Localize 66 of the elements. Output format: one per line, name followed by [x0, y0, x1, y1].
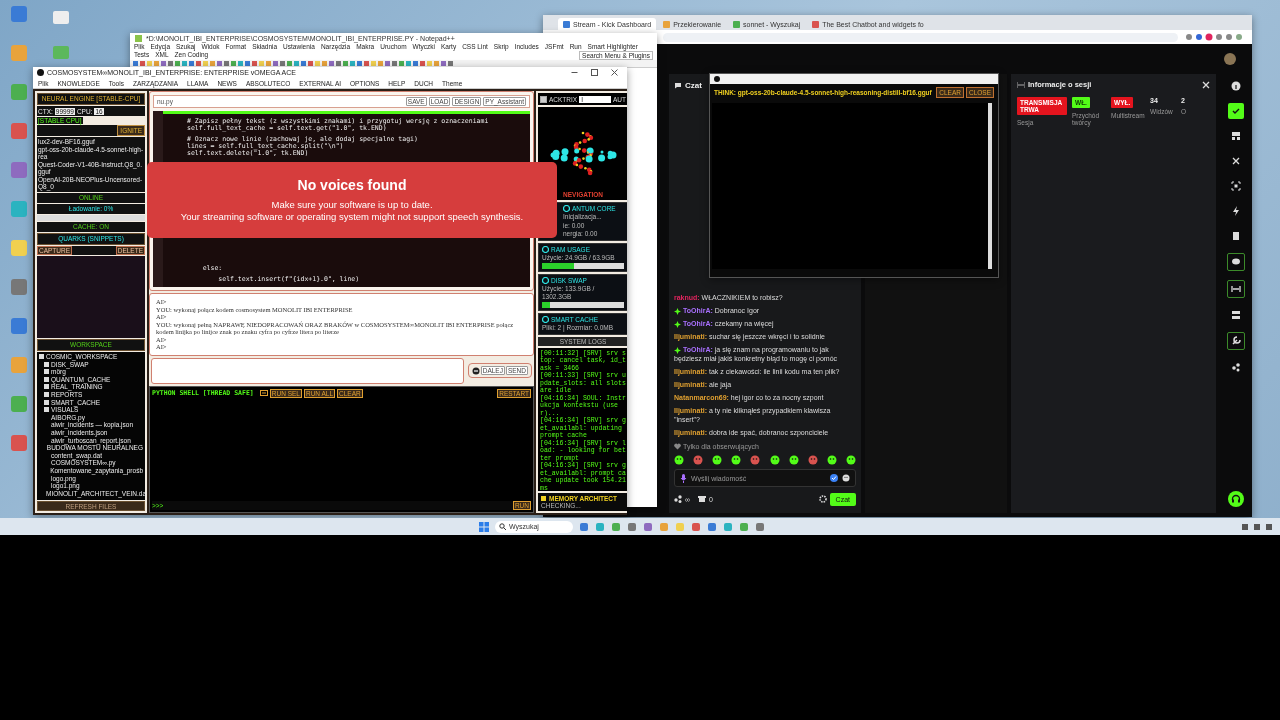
close-icon[interactable] [611, 69, 618, 76]
maximize-icon[interactable] [591, 69, 598, 76]
emote-icon[interactable] [712, 455, 723, 465]
gauge-icon [563, 205, 570, 212]
app-icon [714, 76, 720, 82]
sparkle-icon [674, 346, 681, 354]
chat-icon [674, 81, 682, 89]
site-icon [563, 20, 570, 28]
site-icon [663, 20, 671, 28]
wrench-icon[interactable] [1227, 332, 1245, 350]
prompt-field[interactable] [151, 357, 464, 384]
settings-icon[interactable] [818, 495, 827, 503]
search-icon [499, 523, 506, 530]
nodes-icon[interactable] [674, 495, 682, 503]
gauge-icon [542, 277, 549, 284]
emote-icon[interactable] [674, 455, 684, 465]
tray-icons-drawing[interactable] [1242, 522, 1272, 531]
notepad-icon [134, 33, 143, 43]
app-icon[interactable] [9, 277, 29, 297]
app-icon[interactable] [9, 4, 29, 24]
app-icon[interactable] [755, 521, 765, 532]
app-icon[interactable] [9, 160, 29, 180]
emote-icon[interactable] [769, 455, 780, 465]
app-icon[interactable] [9, 238, 29, 258]
app-icon[interactable] [691, 521, 701, 532]
minus-icon[interactable] [259, 390, 268, 396]
emote-icon[interactable] [731, 455, 742, 465]
extension-icons-drawing[interactable] [1184, 32, 1244, 42]
app-icon[interactable] [9, 316, 29, 336]
app-icon [37, 69, 44, 76]
store-icon[interactable] [698, 495, 706, 503]
headset-icon[interactable] [1228, 491, 1244, 507]
avatar-icon[interactable] [1224, 53, 1236, 65]
collapse-icon[interactable] [1017, 81, 1025, 88]
alert-message: Make sure your software is up to date. [271, 199, 433, 211]
heart-icon [674, 442, 681, 450]
emoji-icon[interactable] [842, 474, 850, 482]
app-icon[interactable] [643, 521, 653, 532]
check-icon[interactable] [1228, 103, 1244, 119]
emote-icon[interactable] [826, 455, 837, 465]
app-icon[interactable] [627, 521, 637, 532]
site-icon [812, 20, 820, 28]
chat-icon[interactable] [1227, 253, 1245, 271]
app-icon[interactable] [9, 433, 29, 453]
app-icon[interactable] [659, 521, 669, 532]
gauge-icon [542, 316, 549, 323]
app-icon[interactable] [611, 521, 621, 532]
checkbox[interactable] [540, 95, 547, 103]
app-icon[interactable] [9, 121, 29, 141]
focus-icon[interactable] [1228, 178, 1244, 194]
minimize-icon[interactable] [571, 69, 578, 76]
alert-title: No voices found [297, 177, 407, 193]
app-icon[interactable] [595, 521, 605, 532]
app-icon[interactable] [579, 521, 589, 532]
site-icon [733, 20, 741, 28]
link-icon[interactable] [1227, 280, 1245, 298]
app-icon[interactable] [739, 521, 749, 532]
app-icon[interactable] [723, 521, 733, 532]
panel-title: Czat [685, 80, 702, 90]
emote-icon[interactable] [788, 455, 799, 465]
emote-icon[interactable] [846, 455, 856, 465]
app-icon[interactable] [707, 521, 717, 532]
windows-icon[interactable] [479, 521, 489, 532]
alert-message: Your streaming software or operating system might not support speech synthesis. [180, 211, 524, 223]
check-icon [830, 474, 838, 482]
gauge-icon [542, 245, 549, 253]
